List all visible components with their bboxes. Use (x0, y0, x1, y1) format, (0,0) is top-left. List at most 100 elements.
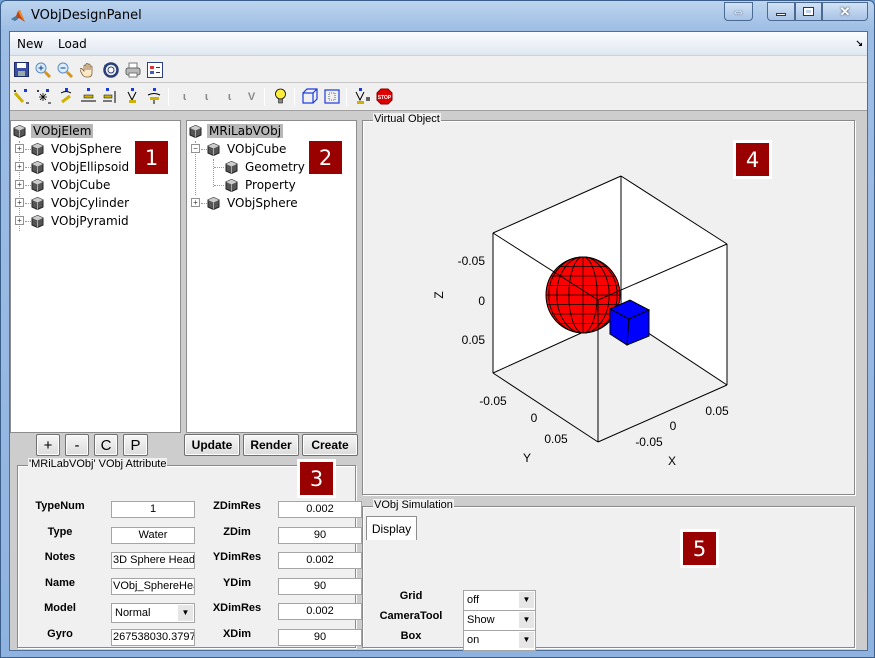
attr-label: XDim (222, 627, 252, 640)
scene-light-icon[interactable] (272, 88, 289, 105)
paste-element-button[interactable]: P (123, 434, 148, 456)
sim-setting-label: CameraTool (379, 610, 443, 622)
y-tick-label: 0.05 (544, 432, 568, 446)
tree1-item[interactable]: VObjEllipsoid (31, 158, 131, 176)
tree1-item[interactable]: VObjCylinder (31, 194, 131, 212)
legend-icon[interactable] (146, 61, 163, 78)
attr-label: Type (47, 525, 73, 538)
tree1-root[interactable]: VObjElem (13, 122, 94, 140)
save-icon[interactable] (13, 61, 30, 78)
camera-roll-icon[interactable] (146, 88, 163, 105)
print-icon[interactable] (124, 61, 141, 78)
attr-label: XDimRes (212, 602, 262, 614)
attr-field-zdim[interactable]: 90 (278, 526, 362, 544)
update-button[interactable]: Update (184, 434, 240, 456)
perspective-projection-icon[interactable] (324, 88, 341, 105)
expand-icon[interactable]: + (15, 180, 24, 189)
chevron-down-icon: ▼ (519, 612, 534, 628)
principal-axis-x-icon[interactable]: ɩ (176, 88, 193, 105)
tab-display[interactable]: Display (366, 516, 417, 540)
chevron-down-icon: ▼ (519, 592, 534, 608)
zoom-out-icon[interactable] (56, 61, 73, 78)
attr-field-ydimres[interactable]: 0.002 (278, 552, 362, 569)
virtual-object-panel: Virtual Object -0.05 0 0.05 -0.05 0 0.05 0.05 0… (362, 113, 855, 495)
cube-icon (31, 160, 44, 174)
camera-orbit-scene-light-icon[interactable] (35, 88, 52, 105)
model-select[interactable]: Normal ▼ (111, 603, 195, 623)
attr-field-xdimres[interactable]: 0.002 (278, 603, 362, 620)
z-tick-label: 0.05 (462, 333, 486, 347)
model-select-value: Normal (115, 607, 151, 619)
menu-new[interactable]: New (17, 37, 43, 51)
expand-icon[interactable]: + (191, 198, 200, 207)
camera-zoom-icon[interactable] (124, 88, 141, 105)
tree1-item[interactable]: VObjCube (31, 176, 112, 194)
camera-move-forward-icon[interactable] (102, 88, 119, 105)
tree2-item[interactable]: VObjSphere (207, 194, 300, 212)
attr-field-type[interactable]: Water (111, 526, 195, 544)
attr-label: Gyro (47, 627, 73, 640)
attr-field-name[interactable]: VObj_SphereHea (111, 577, 195, 595)
orthographic-projection-icon[interactable] (302, 88, 319, 105)
principal-axis-z-icon[interactable]: ɩ (221, 88, 238, 105)
dock-arrow-icon[interactable]: ↘ (855, 38, 863, 49)
tree2-item[interactable]: VObjCube (207, 140, 288, 158)
attr-field-typenum[interactable]: 1 (111, 501, 195, 518)
attr-field-notes[interactable]: 3D Sphere Head (111, 552, 195, 569)
zoom-in-icon[interactable] (34, 61, 51, 78)
rotate-3d-icon[interactable] (102, 61, 119, 78)
cube-icon (225, 178, 238, 192)
attr-field-gyro[interactable]: 267538030.3797 (111, 628, 195, 646)
principal-axis-y-icon[interactable]: ɩ (198, 88, 215, 105)
expand-icon[interactable]: + (15, 162, 24, 171)
expand-icon[interactable]: + (15, 198, 24, 207)
stop-camera-icon[interactable]: STOP (376, 88, 393, 105)
reset-camera-icon[interactable] (354, 88, 371, 105)
tree2-root[interactable]: MRiLabVObj (189, 122, 284, 140)
camera-pan-tilt-icon[interactable] (58, 88, 75, 105)
cube-icon (189, 124, 202, 138)
sim-setting-select-cameratool[interactable]: Show ▼ (463, 610, 536, 631)
minimize-icon (776, 13, 786, 16)
badge-1: 1 (132, 138, 171, 177)
close-button[interactable]: ✕ (822, 2, 868, 21)
menu-load[interactable]: Load (58, 37, 87, 51)
vobj-simulation-panel: VObj Simulation Display Grid off ▼ CameraTo… (362, 499, 855, 651)
swap-button[interactable]: ⇔ (724, 2, 753, 21)
remove-element-button[interactable]: - (65, 434, 89, 456)
3d-axes[interactable]: -0.05 0 0.05 -0.05 0 0.05 0.05 0 -0.05 Z Y X (363, 121, 854, 494)
render-button[interactable]: Render (243, 434, 299, 456)
cube-icon (31, 142, 44, 156)
camera-orbit-icon[interactable] (13, 88, 30, 105)
sim-setting-label: Box (400, 630, 422, 642)
expand-icon[interactable]: + (15, 216, 24, 225)
minimize-button[interactable] (767, 2, 795, 21)
attr-label: YDimRes (212, 551, 262, 563)
attr-field-xdim[interactable]: 90 (278, 628, 362, 646)
sim-setting-select-box[interactable]: on ▼ (463, 630, 536, 651)
maximize-button[interactable] (795, 2, 822, 21)
collapse-icon[interactable]: − (191, 144, 200, 153)
camera-move-horizontal-icon[interactable] (80, 88, 97, 105)
menu-bar: New Load ↘ (10, 32, 867, 56)
tree1-item-label: VObjPyramid (51, 214, 129, 228)
attr-field-zdimres[interactable]: 0.002 (278, 501, 362, 518)
copy-element-button[interactable]: C (94, 434, 118, 456)
title-bar: VObjDesignPanel ⇔ ✕ (1, 1, 874, 31)
y-axis-label: Y (523, 451, 531, 465)
sim-setting-select-grid[interactable]: off ▼ (463, 590, 536, 611)
tree2-child-item[interactable]: Geometry (225, 158, 307, 176)
chevron-down-icon: ▼ (519, 632, 534, 648)
create-button[interactable]: Create (302, 434, 358, 456)
attr-label: YDim (222, 576, 252, 589)
principal-axis-none-icon[interactable]: V (243, 88, 260, 105)
attr-field-ydim[interactable]: 90 (278, 577, 362, 595)
pan-hand-icon[interactable] (79, 61, 96, 78)
add-element-button[interactable]: + (36, 434, 60, 456)
close-icon: ✕ (839, 3, 851, 19)
tree1-item[interactable]: VObjSphere (31, 140, 124, 158)
expand-icon[interactable]: + (15, 144, 24, 153)
tree1-item[interactable]: VObjPyramid (31, 212, 131, 230)
tree2-child-item[interactable]: Property (225, 176, 298, 194)
y-tick-label: -0.05 (479, 394, 507, 408)
